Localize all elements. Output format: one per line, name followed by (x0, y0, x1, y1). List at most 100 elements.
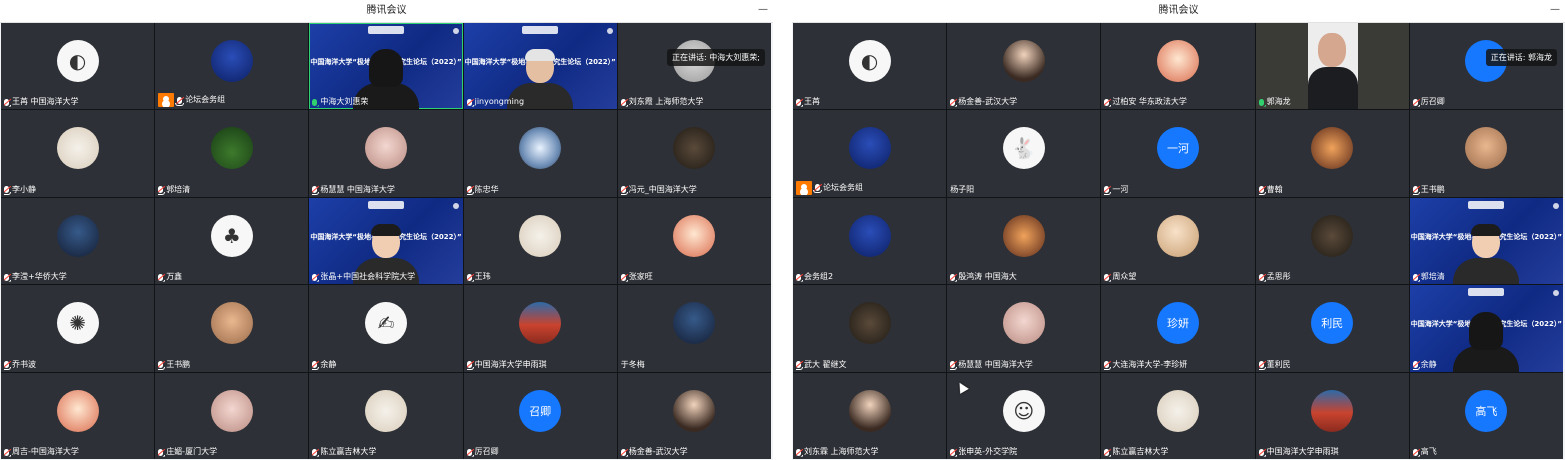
participant-label: 中国海洋大学申雨琪 (466, 360, 614, 370)
participant-tile[interactable]: 正在讲话: 中海大刘惠荣; 刘东霞 上海师范大学 (617, 23, 771, 110)
participant-tile[interactable]: 杨慧慧 中国海洋大学 (309, 110, 463, 197)
microphone-muted-icon (950, 273, 958, 283)
participant-tile[interactable]: 中国海洋大学“极地与海洋研究生论坛（2022）”jinyongming (463, 23, 617, 110)
avatar (1002, 214, 1045, 257)
participant-tile[interactable]: 郭培清 (155, 110, 309, 197)
avatar-initials: 高飞 (1475, 404, 1498, 418)
minimize-button[interactable]: — (1549, 0, 1561, 22)
avatar-glyph-icon: ◐ (68, 49, 87, 73)
participant-tile[interactable]: 张家旺 (617, 197, 771, 285)
participant-tile[interactable]: 殷鸿涛 中国海大 (947, 197, 1101, 285)
participant-label: 刘东霞 上海师范大学 (620, 97, 768, 108)
participant-label: 高飞 (1412, 447, 1560, 457)
participant-tile[interactable]: 珍妍 大连海洋大学-李珍妍 (1101, 285, 1255, 372)
avatar (210, 127, 253, 170)
avatar: ◐ (848, 40, 891, 82)
participant-tile[interactable]: 高飞 高飞 (1409, 372, 1563, 459)
participant-tile[interactable]: 李滢+华侨大学 (1, 197, 155, 285)
participant-tile[interactable]: 正在讲话: 郭海龙 厉召卿 (1409, 23, 1563, 110)
participant-tile[interactable]: 周众望 (1101, 197, 1255, 285)
participant-tile[interactable]: 王书鹏 (155, 285, 309, 372)
participant-tile[interactable]: ◐ 王苒 中国海洋大学 (1, 23, 155, 110)
participant-tile[interactable]: 孟思彤 (1255, 197, 1409, 285)
microphone-muted-icon (312, 448, 320, 457)
participant-tile[interactable]: 中国海洋大学“极地与海洋研究生论坛（2022）”郭培清 (1409, 197, 1563, 285)
participant-label: 王书鹏 (1412, 184, 1560, 195)
participant-tile[interactable]: 中国海洋大学“极地与海洋研究生论坛（2022）”中海大刘惠荣 (309, 23, 463, 110)
participant-label: 孟思彤 (1258, 272, 1406, 283)
participant-tile[interactable]: 🐇 杨子阳 (947, 110, 1101, 197)
microphone-muted-icon (950, 361, 958, 370)
participant-tile[interactable]: 曹翰 (1255, 110, 1409, 197)
participant-tile[interactable]: 中国海洋大学“极地与海洋研究生论坛（2022）”张晶+中国社会科学院大学 (309, 197, 463, 285)
participant-tile[interactable]: 中国海洋大学申雨琪 (463, 285, 617, 372)
avatar: ◐ (56, 40, 99, 82)
participant-label: 张家旺 (620, 272, 768, 283)
microphone-active-icon (1258, 98, 1266, 108)
participant-tile[interactable]: 中国海洋大学“极地与海洋研究生论坛（2022）”余静 (1409, 285, 1563, 372)
minimize-button[interactable]: — (757, 0, 769, 22)
participant-tile[interactable]: 冯元_中国海洋大学 (617, 110, 771, 197)
speaking-indicator: 正在讲话: 郭海龙 (1485, 49, 1557, 66)
participant-name: 王苒 (804, 97, 820, 107)
participant-tile[interactable]: 李小静 (1, 110, 155, 197)
participant-tile[interactable]: ✍ 余静 (309, 285, 463, 372)
participant-name: 王书鹏 (1420, 184, 1445, 194)
participant-tile[interactable]: 利民 董利民 (1255, 285, 1409, 372)
participant-label: 周众望 (1104, 272, 1251, 283)
microphone-muted-icon (620, 273, 628, 283)
participant-name: 过柏安 华东政法大学 (1112, 97, 1187, 107)
slide-badge-icon (452, 202, 459, 209)
participant-tile[interactable]: 刘东霖 上海师范大学 (793, 372, 947, 459)
participant-tile[interactable]: ✺ 乔书波 (1, 285, 155, 372)
participant-tile[interactable]: 杨金善-武汉大学 (617, 372, 771, 459)
participant-tile[interactable]: 王玮 (463, 197, 617, 285)
participant-tile[interactable]: 庄媚-厦门大学 (155, 372, 309, 459)
participant-name: jinyongming (474, 97, 525, 107)
participant-tile[interactable]: ♣ 万鑫 (155, 197, 309, 285)
participant-label: 王书鹏 (158, 360, 305, 370)
meeting-window-right: 腾讯会议 — ◐ 王苒 杨金善-武汉大学 过柏安 华东政法大学 郭海龙 正在讲话: 郭海龙… (792, 0, 1565, 460)
participant-name: 一河 (1112, 184, 1129, 194)
avatar-glyph-icon: ✺ (69, 311, 86, 336)
participant-tile[interactable]: 周吉-中国海洋大学 (1, 372, 155, 459)
participant-tile[interactable]: 一河 一河 (1101, 110, 1255, 197)
participant-tile[interactable]: 杨金善-武汉大学 (947, 23, 1101, 110)
video-hair (368, 49, 403, 88)
participant-tile[interactable]: 召卿 厉召卿 (463, 372, 617, 459)
participant-label: 论坛会务组 (796, 180, 943, 195)
participant-tile[interactable]: 论坛会务组 (793, 110, 947, 197)
avatar (1311, 127, 1354, 170)
participant-name: 厉召卿 (474, 447, 499, 456)
avatar (210, 389, 253, 432)
microphone-muted-icon (158, 448, 166, 457)
participant-tile[interactable]: ◐ 王苒 (793, 23, 947, 110)
participant-tile[interactable]: 论坛会务组 (155, 23, 309, 110)
participant-label: 王苒 (796, 97, 943, 108)
microphone-muted-icon (796, 448, 803, 457)
participant-tile[interactable]: 于冬梅 (617, 285, 771, 372)
participant-tile[interactable]: 杨慧慧 中国海洋大学 (947, 285, 1101, 372)
participant-name: 会务组2 (804, 272, 834, 282)
avatar (673, 389, 716, 432)
video-hair (525, 49, 556, 62)
participant-tile[interactable]: 中国海洋大学申雨琪 (1255, 372, 1409, 459)
avatar (1311, 214, 1354, 257)
participant-tile[interactable]: 会务组2 (793, 197, 947, 285)
participant-tile[interactable]: ☺ 张申英-外交学院 (947, 372, 1101, 459)
microphone-muted-icon (813, 184, 822, 194)
participant-name: 李滢+华侨大学 (12, 272, 67, 282)
participant-tile[interactable]: 过柏安 华东政法大学 (1101, 23, 1255, 110)
participant-name: 王书鹏 (166, 359, 191, 369)
participant-name: 余静 (1420, 359, 1437, 369)
participant-tile[interactable]: 郭海龙 (1255, 23, 1409, 110)
participant-label: 周吉-中国海洋大学 (4, 447, 151, 457)
participant-tile[interactable]: 王书鹏 (1409, 110, 1563, 197)
avatar-initials: 珍妍 (1166, 317, 1189, 331)
participant-label: 杨金善-武汉大学 (950, 97, 1097, 108)
participant-name: 王玮 (474, 272, 491, 282)
participant-tile[interactable]: 陈立赢吉林大学 (309, 372, 463, 459)
participant-tile[interactable]: 陈立赢吉林大学 (1101, 372, 1255, 459)
participant-tile[interactable]: 武大 翟继文 (793, 285, 947, 372)
participant-tile[interactable]: 陈忠华 (463, 110, 617, 197)
